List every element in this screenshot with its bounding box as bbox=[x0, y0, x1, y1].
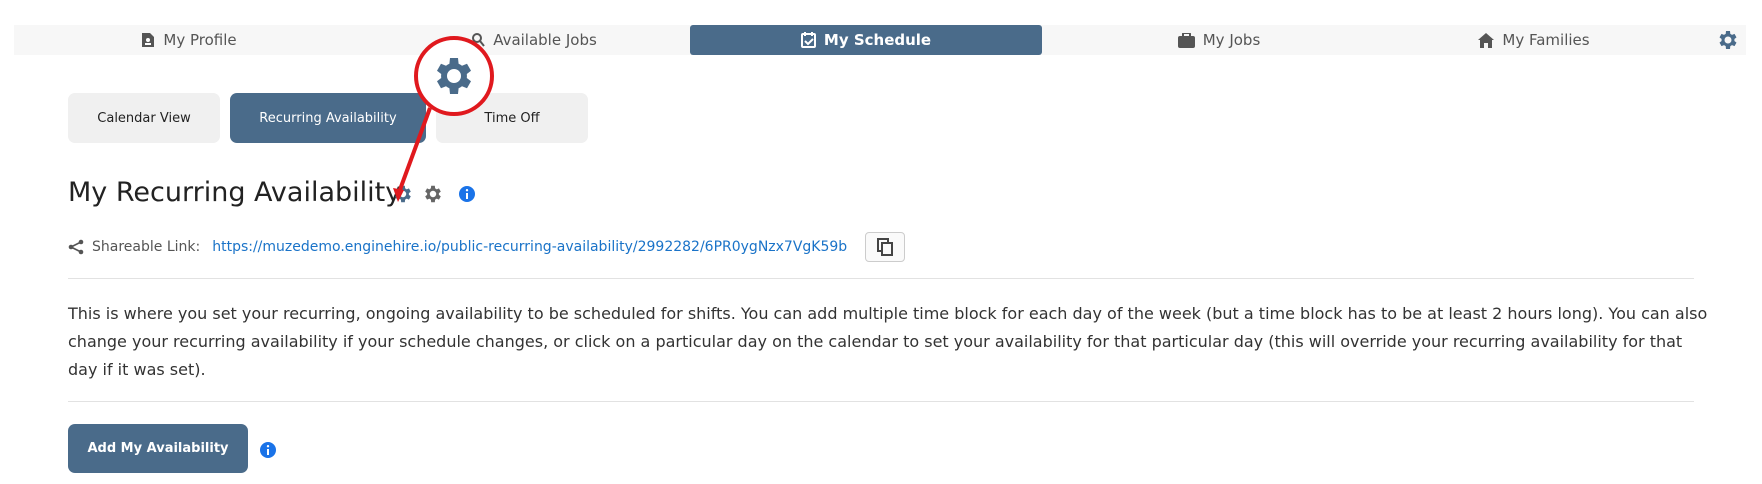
annotation-magnifier bbox=[414, 36, 494, 116]
annotation-pointer bbox=[393, 107, 432, 202]
gear-icon bbox=[437, 58, 471, 94]
